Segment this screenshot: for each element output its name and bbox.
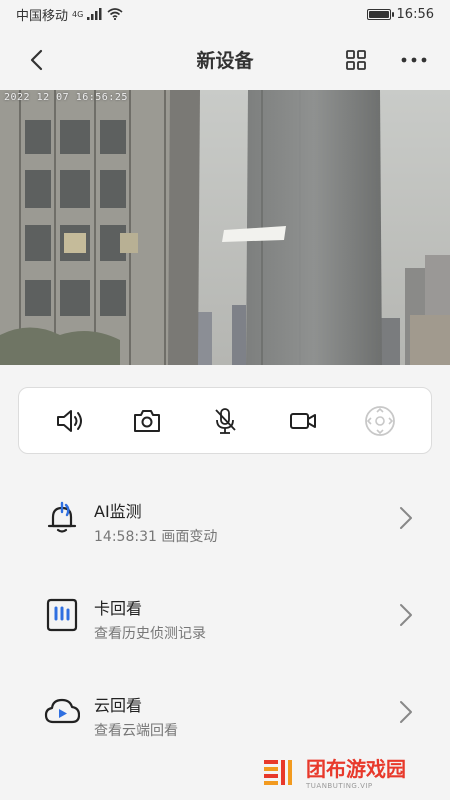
camera-frame-image [0,90,450,365]
menu-item-subtitle: 查看历史侦测记录 [94,626,206,642]
carrier-label: 中国移动 [16,8,69,24]
camera-live-view[interactable]: 2022 12 07 16:56:25 [0,90,450,365]
status-time: 16:56 [396,6,434,22]
camera-timestamp: 2022 12 07 16:56:25 [4,92,128,103]
menu-item-subtitle: 14:58:31 画面变动 [94,529,218,545]
bell-icon [47,501,77,533]
watermark-text: 团布游戏园 TUANBUTING.VIP [306,759,406,790]
ptz-button[interactable] [358,399,402,443]
camera-icon [134,409,161,432]
menu-item-card-playback[interactable]: 卡回看 查看历史侦测记录 [0,575,450,655]
microphone-muted-icon [215,407,236,434]
menu-item-title: 云回看 [94,696,143,715]
more-options-icon[interactable] [396,48,432,72]
watermark-mark-icon [264,760,292,785]
sd-card-icon [46,598,78,632]
chevron-right-icon [400,507,412,529]
chevron-right-icon [400,604,412,626]
watermark-url: TUANBUTING.VIP [306,781,373,790]
chevron-right-icon [400,701,412,723]
status-right: 16:56 [366,6,434,22]
wifi-icon [107,8,123,20]
back-icon[interactable] [22,46,50,74]
snapshot-button[interactable] [125,399,169,443]
status-left: 中国移动 4G [16,5,123,24]
battery-fill [368,10,389,18]
control-bar [18,387,432,454]
watermark-logo: 团布游戏园 TUANBUTING.VIP [262,748,450,800]
signal-icon [87,8,102,20]
speaker-icon [56,409,82,432]
status-bar: 中国移动 4G 16:56 [0,0,450,28]
battery-icon [366,8,394,20]
watermark-name: 团布游戏园 [306,756,406,781]
menu-item-cloud-playback[interactable]: 云回看 查看云端回看 [0,672,450,752]
menu-item-subtitle: 查看云端回看 [94,723,178,739]
page-title: 新设备 [196,49,254,72]
record-button[interactable] [281,399,325,443]
menu-item-ai-monitor[interactable]: AI监测 14:58:31 画面变动 [0,478,450,558]
speaker-button[interactable] [48,399,92,443]
network-type: 4G [72,9,84,19]
menu-item-title: 卡回看 [94,599,143,618]
menu-item-title: AI监测 [94,502,142,521]
microphone-button[interactable] [203,399,247,443]
video-record-icon [289,412,316,429]
app-header: 新设备 [0,28,450,90]
grid-view-icon[interactable] [344,48,368,72]
cloud-play-icon [44,698,80,724]
ptz-control-icon [365,405,396,436]
